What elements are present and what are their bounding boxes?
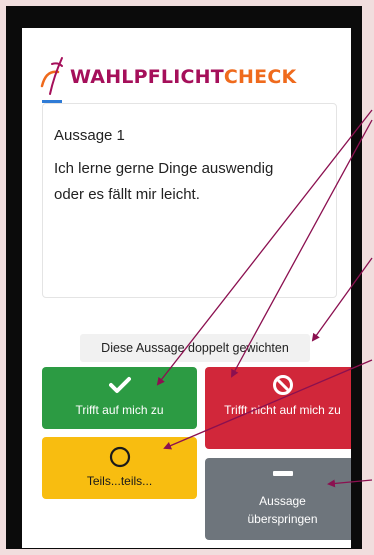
logo-wordmark-part2: CHECK bbox=[223, 66, 297, 88]
disagree-button[interactable]: Trifft nicht auf mich zu bbox=[205, 367, 351, 449]
device-frame: WAHLPFLICHTCHECK Aussage 1 Ich lerne ger… bbox=[6, 6, 362, 549]
agree-label: Trifft auf mich zu bbox=[75, 403, 164, 417]
neutral-label: Teils...teils... bbox=[86, 474, 153, 488]
agree-button[interactable]: Trifft auf mich zu bbox=[42, 367, 197, 429]
minus-icon bbox=[272, 471, 293, 476]
logo-wordmark: WAHLPFLICHTCHECK bbox=[70, 66, 296, 88]
statement-text: Ich lerne gerne Dinge auswendig oder es … bbox=[54, 160, 274, 203]
ban-icon bbox=[272, 375, 293, 395]
neutral-button[interactable]: Teils...teils... bbox=[42, 437, 197, 499]
logo-wordmark-part1: WAHLPFLICHT bbox=[70, 66, 224, 88]
circle-icon bbox=[109, 446, 130, 468]
app-logo: WAHLPFLICHTCHECK bbox=[36, 56, 336, 96]
double-weight-button[interactable]: Diese Aussage doppelt gewichten bbox=[80, 334, 310, 362]
disagree-label: Trifft nicht auf mich zu bbox=[224, 403, 341, 417]
skip-label: Aussage überspringen bbox=[247, 494, 318, 526]
statement-card: Aussage 1 Ich lerne gerne Dinge auswendi… bbox=[42, 103, 337, 298]
app-screen: WAHLPFLICHTCHECK Aussage 1 Ich lerne ger… bbox=[22, 28, 351, 548]
statement-title: Aussage 1 bbox=[54, 127, 125, 144]
skip-button[interactable]: Aussage überspringen bbox=[205, 458, 351, 540]
check-icon bbox=[108, 377, 131, 393]
logo-mark-icon bbox=[40, 57, 63, 95]
